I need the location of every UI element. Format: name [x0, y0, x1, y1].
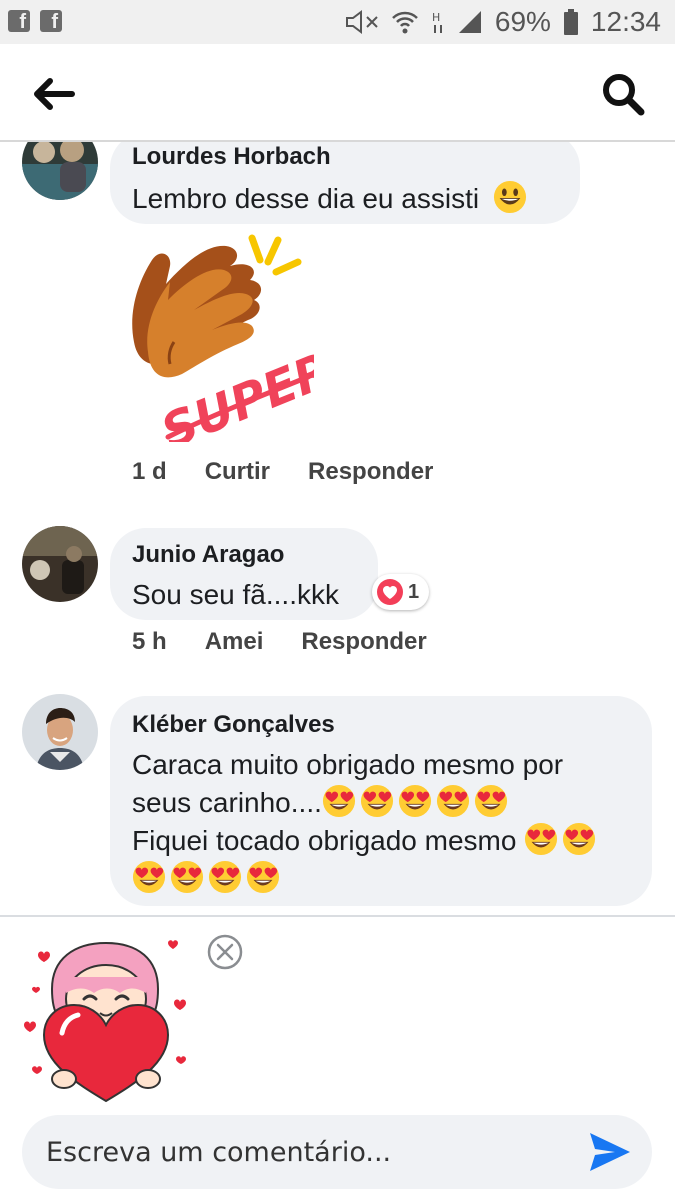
heart-eyes-emoji-icon: [170, 860, 204, 894]
reply-button[interactable]: Responder: [301, 628, 426, 656]
comment-timestamp: 5 h: [132, 628, 167, 655]
heart-eyes-emoji-icon: [474, 784, 508, 818]
avatar[interactable]: [22, 142, 98, 200]
comment-text-line: Caraca muito obrigado mesmo por: [132, 749, 564, 780]
comment-text-line: Fiquei tocado obrigado mesmo: [132, 822, 630, 860]
comment-input-container: [22, 1115, 652, 1189]
reaction-count: 1: [408, 580, 420, 603]
comments-list: Lourdes Horbach Lembro desse dia eu assi…: [0, 142, 675, 915]
comment-actions: 1 d Curtir Responder: [132, 458, 433, 486]
mute-icon: [345, 10, 378, 34]
facebook-notification-icon: f: [40, 10, 62, 33]
grinning-face-emoji-icon: [493, 180, 527, 214]
heart-eyes-emoji-icon: [398, 784, 432, 818]
comment-input[interactable]: [46, 1115, 586, 1189]
comment-bubble[interactable]: Lourdes Horbach Lembro desse dia eu assi…: [110, 142, 580, 224]
heart-eyes-emoji-icon: [360, 784, 394, 818]
heart-eyes-emoji-group: [524, 825, 600, 856]
heart-eyes-emoji-icon: [436, 784, 470, 818]
status-bar: f f H 69% 12:34: [0, 0, 675, 44]
heart-eyes-emoji-icon: [562, 822, 596, 856]
heart-eyes-emoji-icon: [132, 860, 166, 894]
comment-author[interactable]: Junio Aragao: [132, 540, 356, 570]
girl-holding-heart-sticker[interactable]: [18, 929, 198, 1105]
send-icon[interactable]: [588, 1131, 632, 1173]
heart-eyes-emoji-icon: [246, 860, 280, 894]
love-button[interactable]: Amei: [205, 628, 264, 656]
battery-percentage: 69%: [494, 6, 551, 37]
comment-composer: [0, 915, 675, 1200]
clock: 12:34: [590, 6, 661, 37]
wifi-icon: [391, 11, 418, 34]
comment-bubble[interactable]: Kléber Gonçalves Caraca muito obrigado m…: [110, 696, 652, 906]
battery-icon: [563, 9, 578, 35]
svg-text:H: H: [432, 11, 440, 24]
heart-eyes-emoji-group: [322, 787, 512, 818]
app-bar: [0, 44, 675, 142]
avatar[interactable]: [22, 694, 98, 770]
heart-eyes-emoji-group: [132, 863, 284, 894]
like-button[interactable]: Curtir: [205, 458, 270, 486]
comment-author[interactable]: Lourdes Horbach: [132, 142, 558, 172]
clapping-hands-super-sticker[interactable]: SUPER!: [128, 232, 314, 442]
comment-text: Sou seu fã....kkk: [132, 579, 339, 610]
comment-emoji-line: [132, 860, 630, 898]
reply-button[interactable]: Responder: [308, 458, 433, 486]
signal-icon: [458, 11, 481, 33]
search-icon[interactable]: [601, 72, 645, 116]
comment-text: Lembro desse dia eu assisti: [132, 180, 558, 218]
back-arrow-icon[interactable]: [30, 74, 76, 114]
heart-eyes-emoji-icon: [322, 784, 356, 818]
facebook-notification-icon: f: [8, 10, 30, 33]
love-reaction-icon: [377, 579, 403, 605]
comment-bubble[interactable]: Junio Aragao Sou seu fã....kkk: [110, 528, 378, 620]
comment-text-line: seus carinho....: [132, 784, 630, 822]
reaction-summary[interactable]: 1: [372, 574, 430, 610]
heart-eyes-emoji-icon: [208, 860, 242, 894]
close-sticker-icon[interactable]: [206, 933, 244, 971]
network-h-icon: H: [432, 11, 442, 33]
heart-eyes-emoji-icon: [524, 822, 558, 856]
comment-timestamp: 1 d: [132, 458, 167, 485]
comment-actions: 5 h Amei Responder: [132, 628, 427, 656]
avatar[interactable]: [22, 526, 98, 602]
comment-author[interactable]: Kléber Gonçalves: [132, 710, 630, 740]
